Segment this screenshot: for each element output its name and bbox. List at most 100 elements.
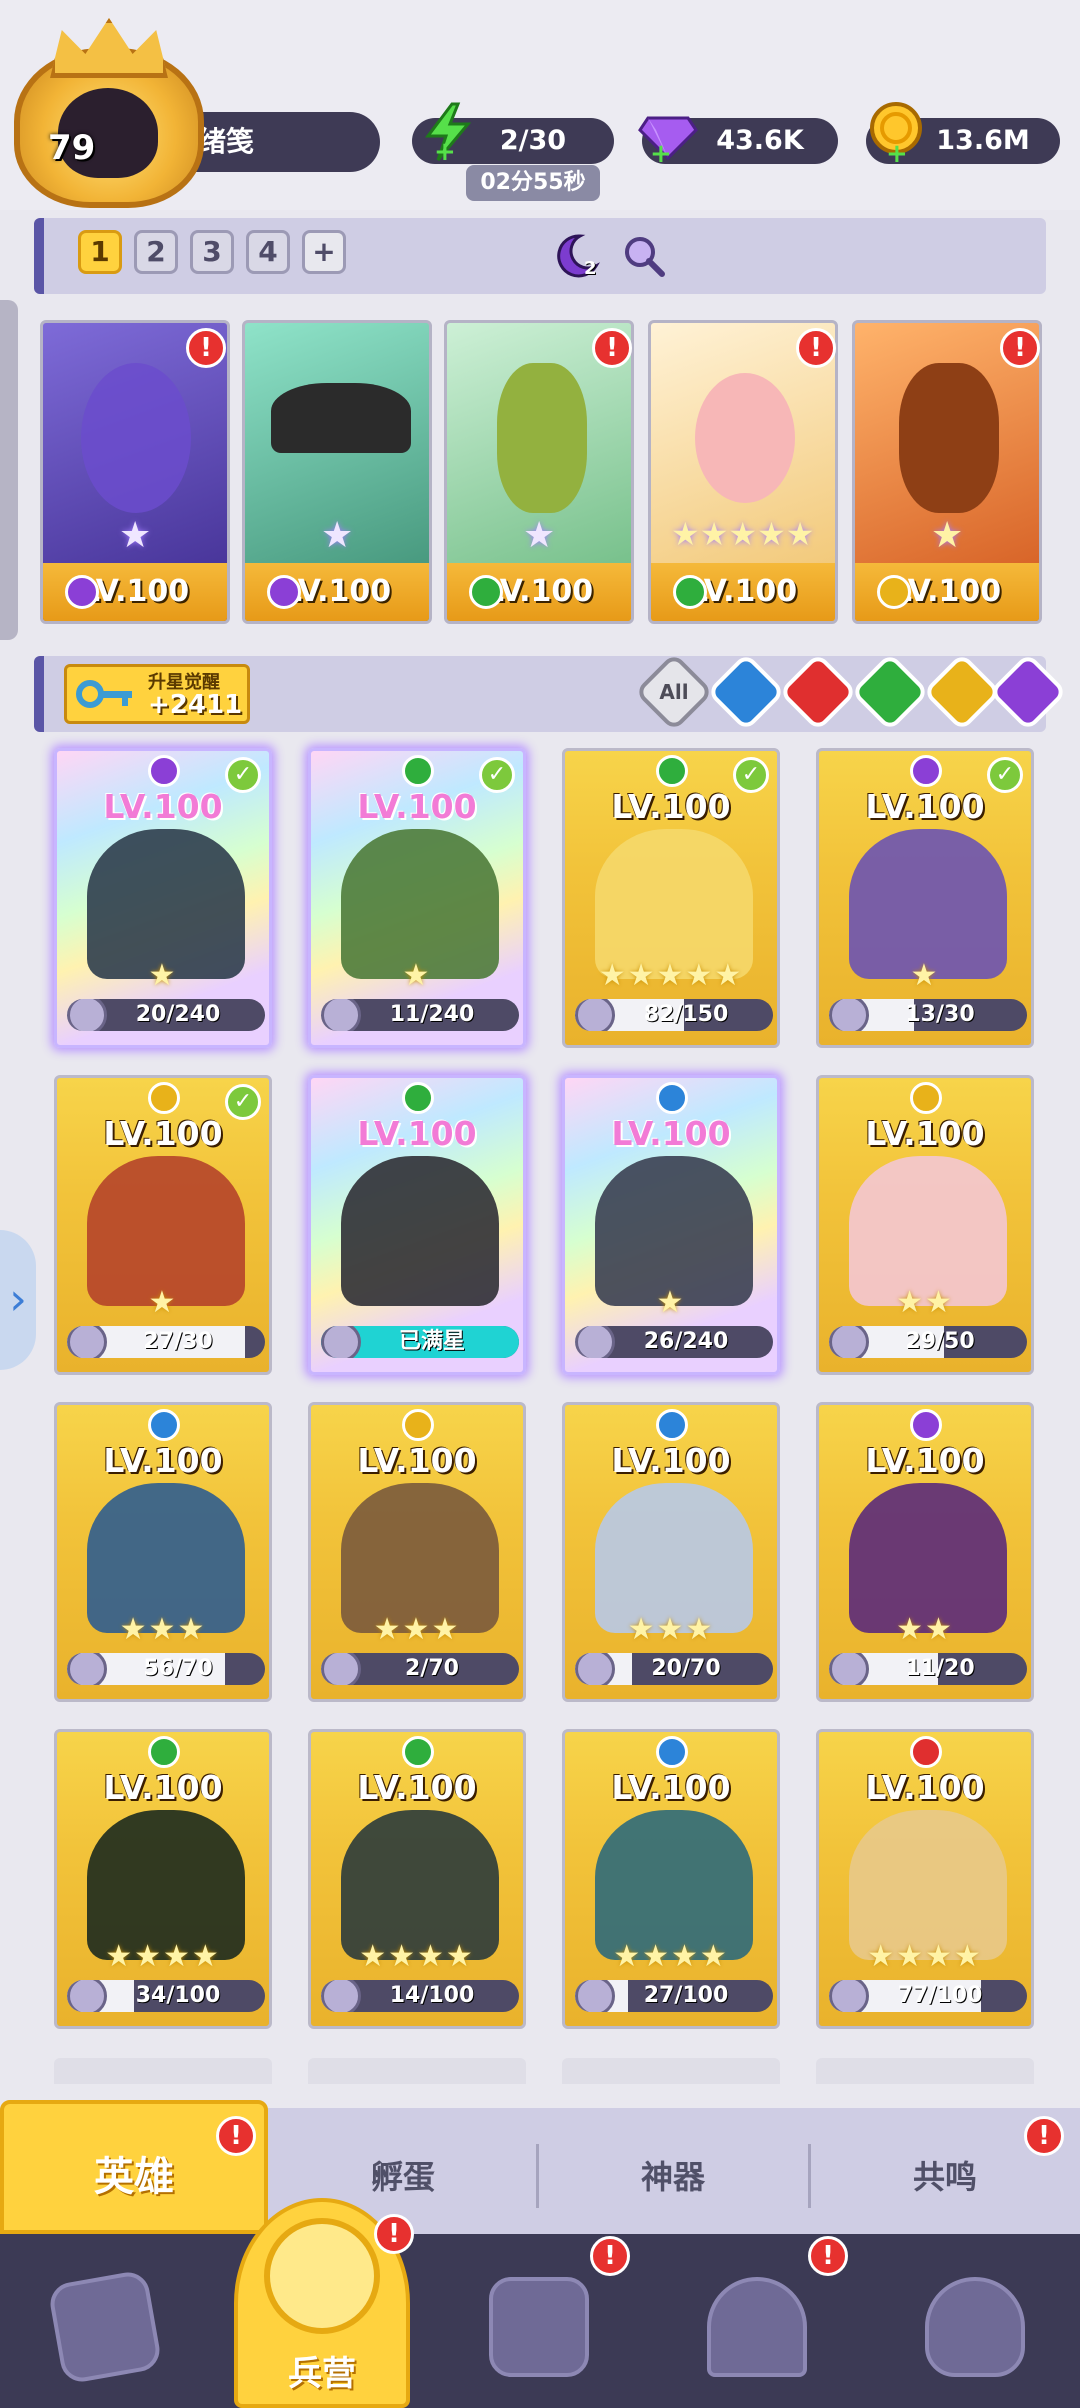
shard-progress-text: 27/30 [143,1329,213,1354]
star-rating: ★ [402,958,432,993]
alert-badge: ! [808,2236,848,2276]
mushroom-icon [925,2277,1025,2377]
nav-castle[interactable] [692,2262,822,2392]
shard-icon [321,1980,361,2012]
shard-progress-bar: 11/20 [829,1653,1027,1685]
hero-portrait [849,1156,1007,1306]
light-element-icon [877,575,911,609]
alert-badge: ! [796,328,836,368]
team-slot-3[interactable]: 3 [190,230,234,274]
star-rating: ★★ [896,1285,954,1320]
hero-portrait [595,1810,753,1960]
alert-badge: ! [374,2214,414,2254]
hero-card[interactable]: LV.100 ★★★ 2/70 [308,1402,526,1702]
hero-card[interactable]: LV.100 ★ ✓ 27/30 [54,1075,272,1375]
hero-card[interactable]: LV.100 ★★★ 56/70 [54,1402,272,1702]
expand-arrow-icon[interactable]: › [0,1230,36,1370]
shard-progress-text: 14/100 [389,1983,475,2008]
player-avatar[interactable]: 79 [14,18,204,208]
key-icon [76,674,136,714]
shard-icon [829,1980,869,2012]
hero-card[interactable]: LV.100 ★★★★ 27/100 [562,1729,780,2029]
shard-progress-bar: 34/100 [67,1980,265,2012]
tab-artifacts[interactable]: 神器 [538,2152,808,2198]
shard-progress-bar: 13/30 [829,999,1027,1031]
hero-level: LV.100 [611,1768,731,1807]
hero-portrait [695,373,795,503]
star-rating: ★ [148,1285,178,1320]
hero-card[interactable]: LV.100 ★ ✓ 11/240 [308,748,526,1048]
star-rating: ★★★ [373,1612,461,1647]
team-hero-card[interactable]: ★ LV.100 [242,320,432,624]
hero-portrait [87,1483,245,1633]
hero-card[interactable]: LV.100 ★★ 29/50 [816,1075,1034,1375]
shard-icon [575,1980,615,2012]
awaken-value: +2411 [148,690,243,720]
checkmark-icon: ✓ [225,1084,261,1120]
nature-element-icon [402,755,434,787]
team-slot-2[interactable]: 2 [134,230,178,274]
shard-icon [321,1653,361,1685]
left-drawer-handle[interactable] [0,300,18,640]
hero-portrait [87,1810,245,1960]
shard-progress-bar: 2/70 [321,1653,519,1685]
nav-barracks-label: 兵营 [288,2354,356,2394]
shard-progress-text: 27/100 [643,1983,729,2008]
next-row-peek [308,2058,526,2084]
tab-hatch[interactable]: 孵蛋 [268,2152,538,2198]
hero-portrait [341,829,499,979]
team-slot-4[interactable]: 4 [246,230,290,274]
light-element-icon [910,1082,942,1114]
hero-card[interactable]: LV.100 ★★★★ 14/100 [308,1729,526,2029]
star-rating: ★★★★★ [671,515,815,553]
hero-portrait [899,363,999,513]
team-badge-count: 2 [584,258,597,279]
alert-badge: ! [216,2116,256,2156]
shard-progress-text: 29/50 [905,1329,975,1354]
fire-element-icon [910,1736,942,1768]
hero-portrait [595,1156,753,1306]
dark-element-icon [910,755,942,787]
hero-card[interactable]: LV.100 ★★★★★ ✓ 82/150 [562,748,780,1048]
hero-card[interactable]: LV.100 ★★ 11/20 [816,1402,1034,1702]
nav-cards[interactable] [40,2262,170,2392]
tab-resonance[interactable]: 共鸣 [810,2152,1080,2198]
hero-portrait [81,363,191,513]
hero-level: LV.100 [611,787,731,826]
shard-icon [575,1653,615,1685]
nav-map[interactable] [474,2262,604,2392]
next-row-peek [54,2058,272,2084]
hero-card[interactable]: LV.100 ★★★ 20/70 [562,1402,780,1702]
hero-card[interactable]: LV.100 ★ 26/240 [562,1075,780,1375]
hero-level: LV.100 [611,1441,731,1480]
nature-element-icon [656,755,688,787]
hero-card[interactable]: LV.100 ★★★★ 34/100 [54,1729,272,2029]
hero-card[interactable]: LV.100 已满星 [308,1075,526,1375]
star-icon: ★ [523,515,556,556]
hero-level: LV.100 [865,1768,985,1807]
shard-progress-bar: 29/50 [829,1326,1027,1358]
star-rating: ★ [148,958,178,993]
team-slot-1[interactable]: 1 [78,230,122,274]
filter-all-label: All [659,680,689,704]
hero-level: LV.100 [357,1768,477,1807]
shard-icon [67,1326,107,1358]
search-icon[interactable] [622,234,666,278]
hero-card[interactable]: LV.100 ★★★★ 77/100 [816,1729,1034,2029]
shard-progress-bar: 77/100 [829,1980,1027,2012]
water-element-icon [656,1736,688,1768]
hero-portrait [849,1483,1007,1633]
shard-progress-text: 20/70 [651,1656,721,1681]
hero-card[interactable]: LV.100 ★ ✓ 20/240 [54,748,272,1048]
element-swap-button[interactable]: 2 [556,232,604,280]
shard-icon [67,999,107,1031]
add-team-button[interactable]: + [302,230,346,274]
nav-mushroom[interactable] [910,2262,1040,2392]
checkmark-icon: ✓ [479,757,515,793]
energy-value: 2/30 [499,125,567,156]
star-rating: ★ [910,958,940,993]
cards-icon [47,2269,163,2385]
hero-card[interactable]: LV.100 ★ ✓ 13/30 [816,748,1034,1048]
star-rating: ★★★★ [359,1939,475,1974]
hero-level: LV.100 [865,787,985,826]
